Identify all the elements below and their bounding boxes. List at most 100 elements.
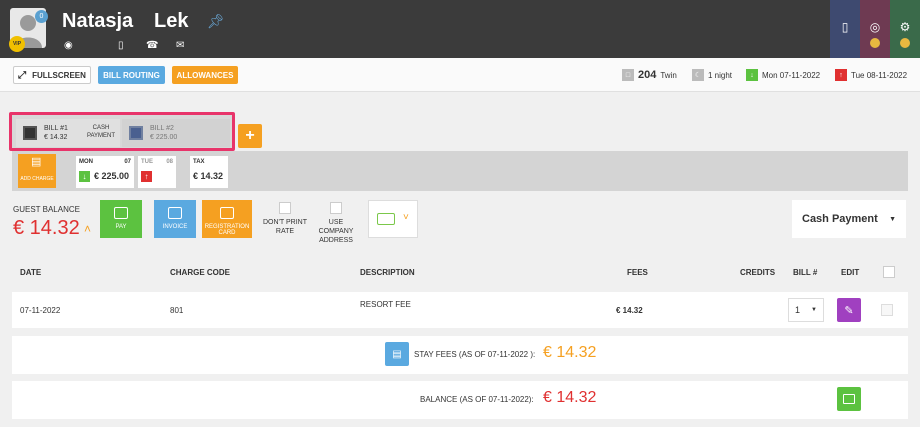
charge-strip: ▤ ADD CHARGE MON 07 ↓ € 225.00 TUE 08 ↑ … xyxy=(12,151,908,191)
col-header-description: DESCRIPTION xyxy=(360,268,415,277)
day-date: 08 xyxy=(166,159,173,165)
pay-button[interactable]: PAY xyxy=(100,200,142,238)
gear-icon: ⚙ xyxy=(899,20,911,34)
side-tab-globe[interactable]: ◎ xyxy=(860,0,890,58)
dont-print-rate-label: DON'T PRINT RATE xyxy=(263,219,307,235)
bill-tab-1[interactable]: BILL #1 € 14.32 CASH PAYMENT xyxy=(16,119,120,147)
bill-2-amount: € 225.00 xyxy=(150,134,178,141)
book-icon: ▯ xyxy=(841,20,849,34)
header-side-tabs: ▯ ◎ ⚙ xyxy=(830,0,920,58)
location-icon[interactable]: ◉ xyxy=(64,40,73,51)
guest-header: VIP 0 Natasja Lek 📌︎ ◉ ▯ ☎ ✉ ▯ ◎ ⚙ xyxy=(0,0,920,58)
document-icon xyxy=(168,207,182,219)
mobile-icon[interactable]: ▯ xyxy=(118,40,124,51)
side-tab-settings[interactable]: ⚙ xyxy=(890,0,920,58)
bill-icon xyxy=(23,126,37,140)
registration-label: REGISTRATION CARD xyxy=(204,224,250,236)
arrival-arrow-icon: ↓ xyxy=(746,69,758,81)
nights-info: ☾ 1 night xyxy=(692,66,732,84)
receipt-icon: ▤ xyxy=(31,156,42,168)
departure-date: Tue 08-11-2022 xyxy=(851,70,908,80)
row-description: RESORT FEE xyxy=(360,300,411,309)
bed-icon: □ xyxy=(622,69,634,81)
day-card-tax: TAX € 14.32 xyxy=(190,156,228,188)
bill-tab-2[interactable]: BILL #2 € 225.00 xyxy=(122,119,230,147)
day-card-mon[interactable]: MON 07 ↓ € 225.00 xyxy=(76,156,134,188)
allowances-button[interactable]: ALLOWANCES xyxy=(172,66,238,84)
status-dot xyxy=(900,38,910,48)
pin-icon[interactable]: 📌︎ xyxy=(207,13,225,30)
pay-label: PAY xyxy=(115,224,127,230)
col-header-bill: BILL # xyxy=(793,268,818,277)
wallet-pay-icon[interactable] xyxy=(837,387,861,411)
phone-icon[interactable]: ☎ xyxy=(146,40,158,51)
bill-routing-button[interactable]: BILL ROUTING xyxy=(98,66,165,84)
guest-balance-amount: € 14.32 xyxy=(13,217,80,239)
fullscreen-button[interactable]: ⤢ FULLSCREEN xyxy=(13,66,91,84)
stay-fees-label: STAY FEES (AS OF 07-11-2022 ): xyxy=(414,350,536,359)
row-bill-value: 1 xyxy=(795,305,801,315)
email-icon[interactable]: ✉ xyxy=(176,40,184,51)
row-checkbox[interactable] xyxy=(881,304,893,316)
payment-method-select[interactable]: Cash Payment ▼ xyxy=(792,200,906,238)
day-date: 07 xyxy=(124,159,131,165)
caret-down-icon: ▼ xyxy=(889,215,896,223)
row-fees: € 14.32 xyxy=(616,306,643,315)
dont-print-rate-checkbox[interactable] xyxy=(279,202,291,214)
arrival-arrow-icon: ↓ xyxy=(79,171,90,182)
col-header-charge-code: CHARGE CODE xyxy=(170,268,231,277)
col-header-date: DATE xyxy=(20,268,42,277)
registration-card-button[interactable]: REGISTRATION CARD xyxy=(202,200,252,238)
bill-1-payment: CASH PAYMENT xyxy=(86,125,116,139)
wallet-icon xyxy=(114,207,128,219)
fullscreen-label: FULLSCREEN xyxy=(32,70,86,80)
arrival-date: Mon 07-11-2022 xyxy=(762,70,821,80)
invoice-label: INVOICE xyxy=(162,224,188,230)
room-info: □ 204 Twin xyxy=(622,66,677,84)
balance-label: BALANCE (AS OF 07-11-2022): xyxy=(420,395,534,404)
day-card-tue[interactable]: TUE 08 ↑ xyxy=(138,156,176,188)
use-company-address-label: USE COMPANY ADDRESS xyxy=(318,219,354,244)
globe-icon: ◎ xyxy=(869,20,881,34)
status-dot xyxy=(870,38,880,48)
balance-summary: BALANCE (AS OF 07-11-2022): € 14.32 xyxy=(12,381,908,419)
chevron-up-icon[interactable]: ˄ xyxy=(84,222,91,236)
side-tab-book[interactable]: ▯ xyxy=(830,0,860,58)
row-date: 07-11-2022 xyxy=(20,306,61,315)
caret-down-icon: ▼ xyxy=(811,307,817,313)
add-charge-button[interactable]: ▤ ADD CHARGE xyxy=(18,154,56,188)
row-bill-select[interactable]: 1 ▼ xyxy=(788,298,824,322)
vip-badge: VIP xyxy=(9,36,25,52)
expand-icon: ⤢ xyxy=(18,69,27,81)
use-company-address-checkbox[interactable] xyxy=(330,202,342,214)
fees-document-icon[interactable]: ▤ xyxy=(385,342,409,366)
balance-value: € 14.32 xyxy=(543,389,597,406)
pencil-icon: ✎ xyxy=(844,304,854,317)
departure-arrow-icon: ↑ xyxy=(835,69,847,81)
table-row: 07-11-2022 801 RESORT FEE € 14.32 1 ▼ ✎ xyxy=(12,292,908,328)
edit-button[interactable]: ✎ xyxy=(837,298,861,322)
bill-2-name: BILL #2 xyxy=(150,125,174,132)
chevron-down-icon: ˅ xyxy=(403,212,409,223)
nights-count: 1 night xyxy=(708,70,733,80)
payment-method-value: Cash Payment xyxy=(802,213,878,225)
bill-1-name: BILL #1 xyxy=(44,125,68,132)
dont-print-rate-option[interactable]: DON'T PRINT RATE xyxy=(258,202,312,236)
toolbar: ⤢ FULLSCREEN BILL ROUTING ALLOWANCES □ 2… xyxy=(0,58,920,92)
invoice-button[interactable]: INVOICE xyxy=(154,200,196,238)
add-bill-button[interactable]: + xyxy=(238,124,262,148)
tax-value: € 14.32 xyxy=(193,171,224,181)
notification-badge[interactable]: 0 xyxy=(35,10,48,23)
day-value: € 225.00 xyxy=(94,171,130,181)
add-charge-label: ADD CHARGE xyxy=(20,176,54,182)
guest-balance-label: GUEST BALANCE xyxy=(13,205,80,214)
departure-info: ↑ Tue 08-11-2022 xyxy=(835,66,907,84)
guest-last-name: Lek xyxy=(154,10,189,32)
select-all-checkbox[interactable] xyxy=(883,266,895,278)
bill-1-amount: € 14.32 xyxy=(44,134,68,141)
use-company-address-option[interactable]: USE COMPANY ADDRESS xyxy=(314,202,358,245)
row-charge-code: 801 xyxy=(170,306,184,315)
guest-first-name: Natasja xyxy=(62,10,134,32)
cheque-dropdown-button[interactable]: ˅ xyxy=(368,200,418,238)
stay-fees-value: € 14.32 xyxy=(543,344,597,361)
